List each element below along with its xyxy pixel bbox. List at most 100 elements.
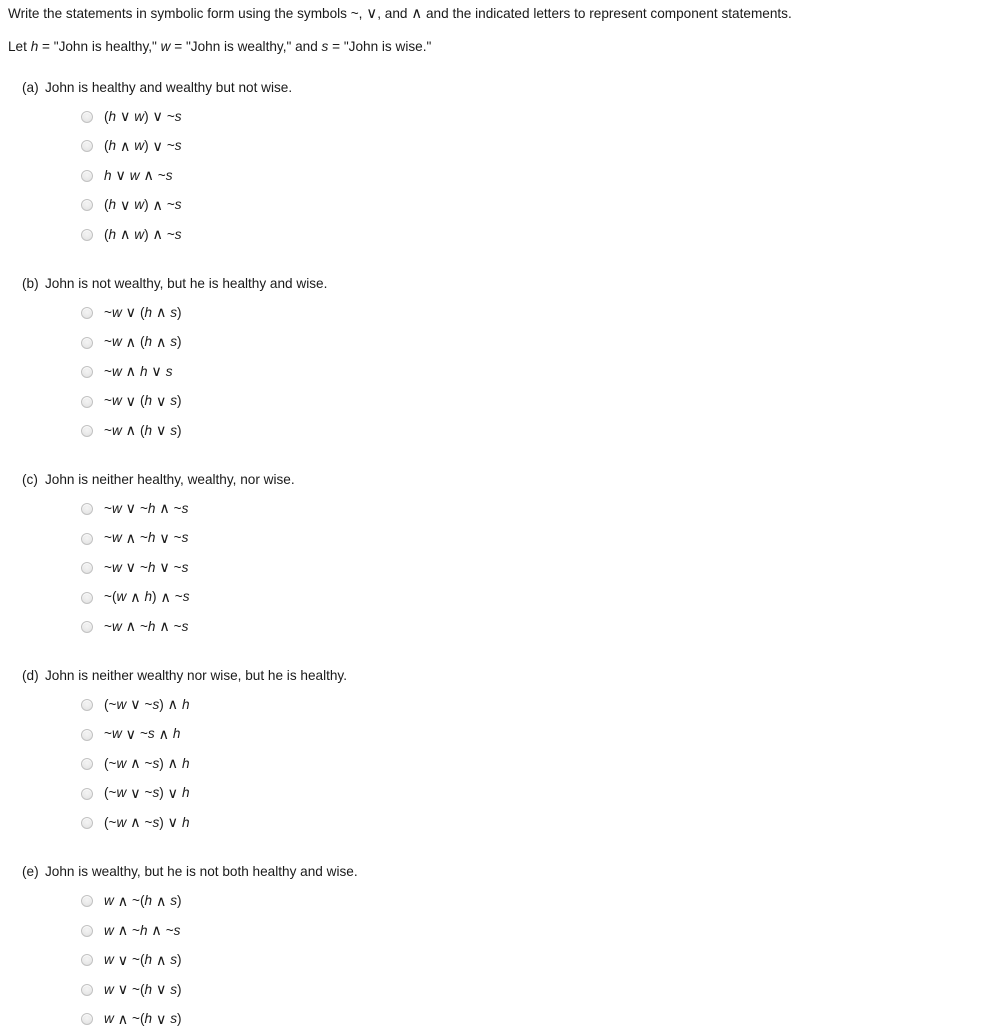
operator-glyph: ∧ bbox=[125, 334, 137, 351]
option-row[interactable]: (h ∧ w) ∨ ~s bbox=[8, 132, 993, 162]
radio-button-icon[interactable] bbox=[81, 562, 93, 575]
option-label: w ∨ ~(h ∧ s) bbox=[104, 952, 182, 969]
legend-text: Let h = "John is healthy," w = "John is … bbox=[8, 21, 993, 54]
radio-button-icon[interactable] bbox=[81, 532, 93, 545]
operator-glyph: ∨ bbox=[125, 501, 137, 518]
paren-glyph: ) bbox=[144, 197, 149, 213]
negation-glyph: ~ bbox=[139, 559, 148, 575]
radio-button-icon[interactable] bbox=[81, 895, 93, 908]
option-label: (~w ∧ ~s) ∧ h bbox=[104, 755, 190, 773]
radio-button-icon[interactable] bbox=[81, 621, 93, 634]
option-row[interactable]: ~(w ∧ h) ∧ ~s bbox=[8, 583, 993, 613]
option-row[interactable]: ~w ∧ ~h ∨ ~s bbox=[8, 524, 993, 554]
operator-glyph: ∧ bbox=[158, 726, 170, 743]
operator-glyph: ∧ bbox=[155, 334, 167, 351]
option-row[interactable]: ~w ∧ ~h ∧ ~s bbox=[8, 612, 993, 642]
operator-glyph: ∧ bbox=[125, 619, 137, 636]
radio-button-icon[interactable] bbox=[81, 591, 93, 604]
paren-glyph: ) bbox=[177, 893, 182, 909]
operator-glyph: ∨ bbox=[115, 168, 126, 185]
option-label: w ∧ ~(h ∧ s) bbox=[104, 893, 182, 910]
radio-button-icon[interactable] bbox=[81, 924, 93, 937]
option-row[interactable]: (~w ∨ ~s) ∨ h bbox=[8, 779, 993, 809]
operator-glyph: ∧ bbox=[155, 305, 167, 322]
radio-button-icon[interactable] bbox=[81, 140, 93, 153]
option-label: ~w ∨ (h ∨ s) bbox=[104, 393, 182, 410]
negation-glyph: ~ bbox=[144, 785, 153, 801]
variable-letter: s bbox=[321, 39, 329, 54]
option-row[interactable]: (~w ∨ ~s) ∧ h bbox=[8, 690, 993, 720]
option-row[interactable]: ~w ∨ ~s ∧ h bbox=[8, 720, 993, 750]
option-row[interactable]: (h ∨ w) ∨ ~s bbox=[8, 102, 993, 132]
option-row[interactable]: w ∨ ~(h ∨ s) bbox=[8, 975, 993, 1005]
option-label: ~w ∧ ~h ∨ ~s bbox=[104, 530, 189, 547]
negation-glyph: ~ bbox=[173, 618, 182, 634]
option-row[interactable]: w ∧ ~h ∧ ~s bbox=[8, 916, 993, 946]
paren-glyph: ) bbox=[177, 304, 182, 320]
radio-button-icon[interactable] bbox=[81, 817, 93, 830]
negation-glyph: ~ bbox=[104, 422, 112, 438]
option-row[interactable]: w ∨ ~(h ∧ s) bbox=[8, 946, 993, 976]
radio-button-icon[interactable] bbox=[81, 307, 93, 320]
radio-button-icon[interactable] bbox=[81, 954, 93, 967]
paren-glyph: ) bbox=[144, 138, 149, 154]
operator-glyph: ∨ bbox=[151, 364, 162, 381]
radio-button-icon[interactable] bbox=[81, 395, 93, 408]
radio-button-icon[interactable] bbox=[81, 336, 93, 349]
radio-button-icon[interactable] bbox=[81, 199, 93, 212]
question-heading: (c) John is neither healthy, wealthy, nor… bbox=[8, 473, 993, 487]
radio-button-icon[interactable] bbox=[81, 699, 93, 712]
questions-list: (a) John is healthy and wealthy but not w… bbox=[8, 80, 993, 1034]
radio-button-icon[interactable] bbox=[81, 728, 93, 741]
option-label: ~w ∨ ~s ∧ h bbox=[104, 726, 181, 743]
option-label: (h ∨ w) ∧ ~s bbox=[104, 197, 182, 214]
question-label: (c) bbox=[22, 471, 38, 487]
paren-glyph: ( bbox=[104, 197, 109, 213]
option-row[interactable]: ~w ∧ h ∨ s bbox=[8, 357, 993, 387]
operator-glyph: ∨ bbox=[167, 785, 179, 802]
negation-glyph: ~ bbox=[104, 334, 112, 350]
radio-button-icon[interactable] bbox=[81, 983, 93, 996]
operator-glyph: ∨ bbox=[159, 560, 170, 577]
option-label: w ∨ ~(h ∨ s) bbox=[104, 981, 182, 999]
option-row[interactable]: h ∨ w ∧ ~s bbox=[8, 161, 993, 191]
option-label: (~w ∨ ~s) ∨ h bbox=[104, 785, 190, 802]
option-row[interactable]: ~w ∨ (h ∨ s) bbox=[8, 387, 993, 417]
option-row[interactable]: ~w ∨ ~h ∨ ~s bbox=[8, 553, 993, 583]
operator-glyph: ∧ bbox=[167, 756, 179, 773]
operator-glyph: ∧ bbox=[125, 530, 137, 547]
radio-button-icon[interactable] bbox=[81, 787, 93, 800]
option-row[interactable]: w ∧ ~(h ∧ s) bbox=[8, 887, 993, 917]
paren-glyph: ) bbox=[159, 696, 164, 712]
radio-button-icon[interactable] bbox=[81, 758, 93, 771]
radio-button-icon[interactable] bbox=[81, 169, 93, 182]
option-row[interactable]: (~w ∧ ~s) ∨ h bbox=[8, 808, 993, 838]
option-group: w ∧ ~(h ∧ s) w ∧ ~h ∧ ~s w ∨ ~(h ∧ s) w ∨ ~… bbox=[8, 887, 993, 1034]
negation-glyph: ~ bbox=[108, 814, 117, 830]
option-group: ~w ∨ (h ∧ s) ~w ∧ (h ∧ s) ~w ∧ h ∨ s ~w ∨ (… bbox=[8, 298, 993, 446]
option-row[interactable]: ~w ∨ (h ∧ s) bbox=[8, 298, 993, 328]
radio-button-icon[interactable] bbox=[81, 366, 93, 379]
negation-glyph: ~ bbox=[108, 785, 117, 801]
operator-glyph: ∨ bbox=[155, 1011, 167, 1028]
radio-button-icon[interactable] bbox=[81, 228, 93, 241]
negation-glyph: ~ bbox=[139, 618, 148, 634]
operator-glyph: ∨ bbox=[155, 393, 167, 410]
paren-glyph: ) bbox=[159, 814, 164, 830]
option-row[interactable]: ~w ∧ (h ∧ s) bbox=[8, 328, 993, 358]
operator-glyph: ∨ bbox=[119, 109, 131, 126]
option-row[interactable]: (h ∧ w) ∧ ~s bbox=[8, 220, 993, 250]
option-row[interactable]: ~w ∧ (h ∨ s) bbox=[8, 416, 993, 446]
operator-glyph: ∨ bbox=[130, 785, 141, 802]
option-row[interactable]: w ∧ ~(h ∨ s) bbox=[8, 1005, 993, 1034]
option-row[interactable]: ~w ∨ ~h ∧ ~s bbox=[8, 494, 993, 524]
radio-button-icon[interactable] bbox=[81, 425, 93, 438]
option-label: ~w ∧ h ∨ s bbox=[104, 363, 173, 381]
paren-glyph: ) bbox=[177, 981, 182, 997]
radio-button-icon[interactable] bbox=[81, 110, 93, 123]
option-row[interactable]: (h ∨ w) ∧ ~s bbox=[8, 191, 993, 221]
radio-button-icon[interactable] bbox=[81, 503, 93, 516]
option-row[interactable]: (~w ∧ ~s) ∧ h bbox=[8, 749, 993, 779]
negation-glyph: ~ bbox=[173, 530, 182, 546]
negation-glyph: ~ bbox=[139, 530, 148, 546]
